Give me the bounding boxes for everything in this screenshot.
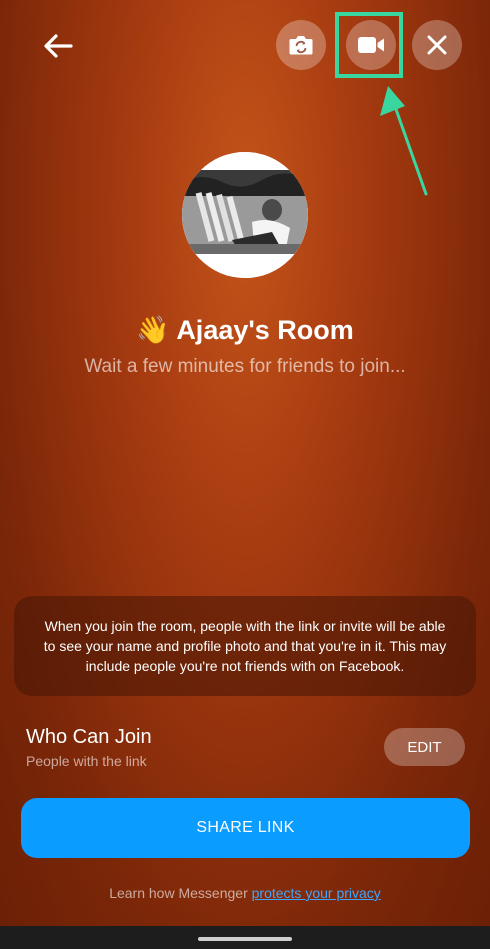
home-gesture-handle[interactable]	[198, 937, 292, 941]
video-button-highlight	[335, 12, 403, 78]
privacy-notice: When you join the room, people with the …	[14, 596, 476, 696]
room-title: 👋 Ajaay's Room	[0, 314, 490, 346]
profile-photo	[182, 152, 308, 278]
room-subtitle: Wait a few minutes for friends to join..…	[84, 356, 406, 377]
annotation-arrow-icon	[380, 86, 428, 196]
close-button[interactable]	[412, 20, 462, 70]
wave-emoji: 👋	[136, 315, 170, 345]
avatar	[182, 152, 308, 278]
back-button[interactable]	[38, 26, 78, 66]
who-can-join-value: People with the link	[26, 753, 147, 769]
flip-camera-button[interactable]	[276, 20, 326, 70]
privacy-footer-prefix: Learn how Messenger	[109, 885, 252, 901]
share-link-label: SHARE LINK	[196, 819, 295, 836]
room-name: Ajaay's Room	[176, 315, 354, 345]
privacy-link[interactable]: protects your privacy	[252, 885, 381, 901]
who-can-join-title: Who Can Join	[26, 726, 152, 748]
edit-button[interactable]: EDIT	[384, 728, 465, 766]
arrow-left-icon	[44, 34, 73, 58]
close-icon	[427, 35, 447, 55]
camera-flip-icon	[289, 36, 313, 55]
system-navigation-bar	[0, 926, 490, 949]
share-link-button[interactable]: SHARE LINK	[21, 798, 470, 858]
privacy-notice-text: When you join the room, people with the …	[43, 618, 447, 674]
privacy-footer: Learn how Messenger protects your privac…	[0, 885, 490, 901]
